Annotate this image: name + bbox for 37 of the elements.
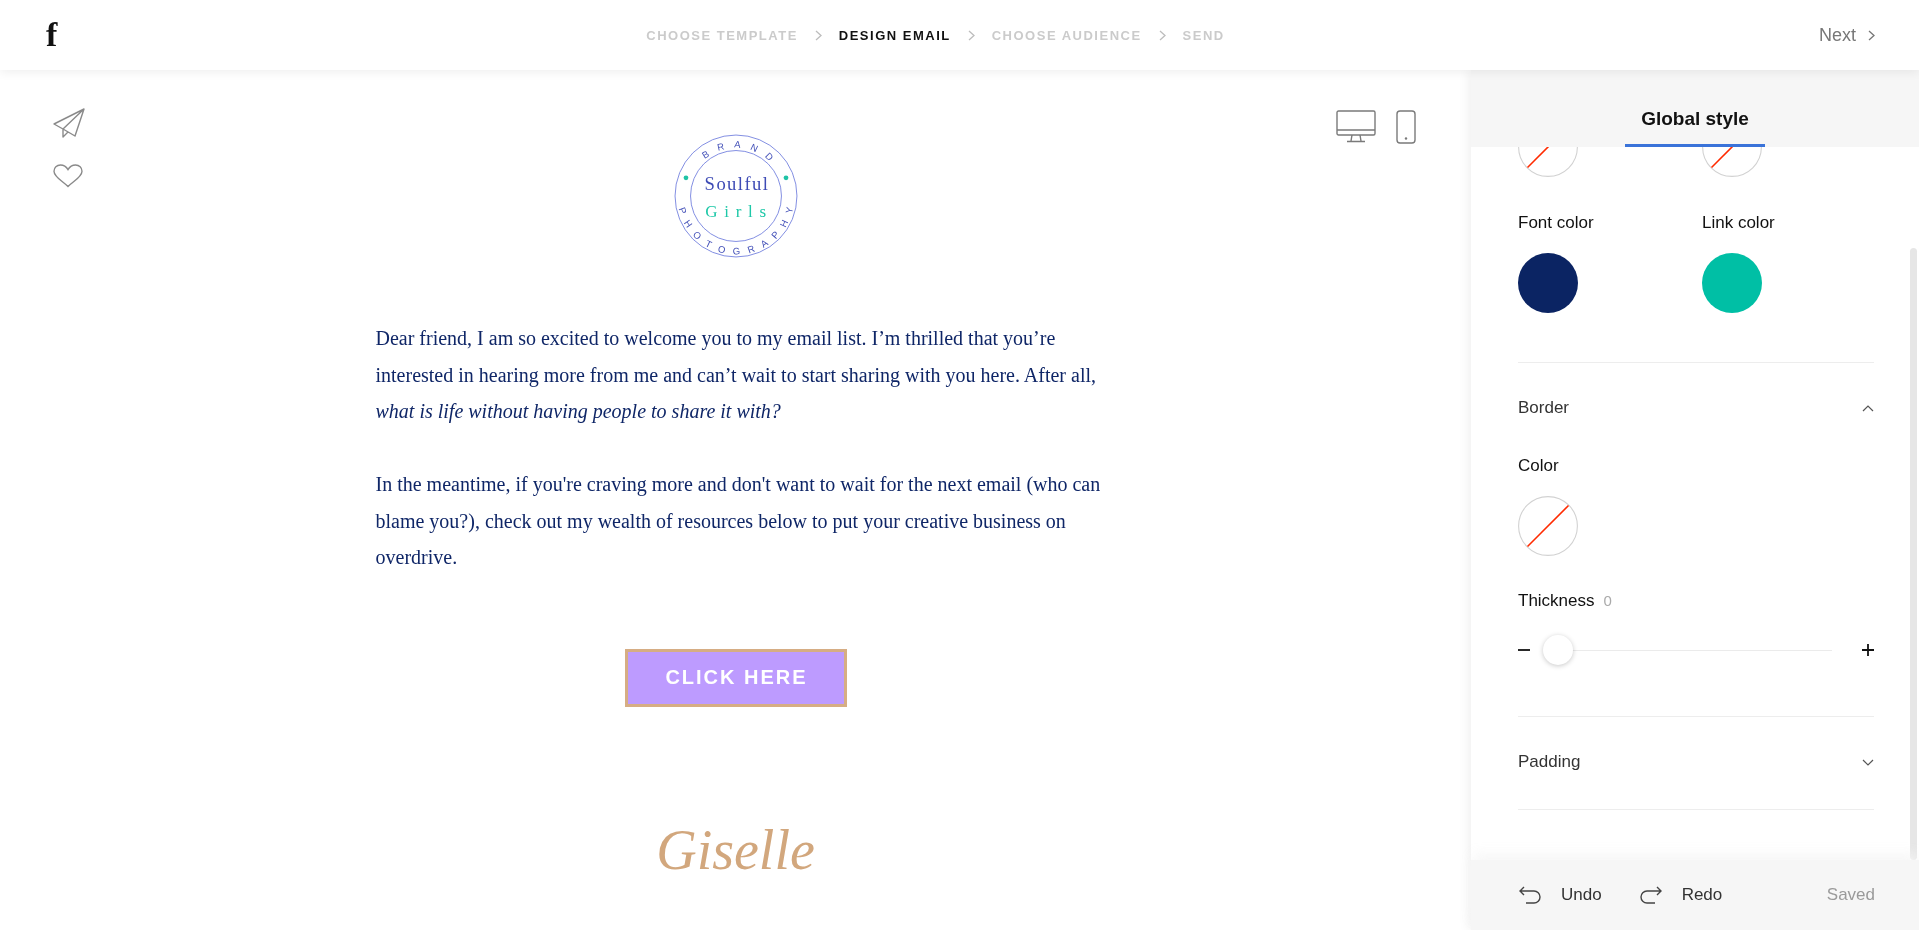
section-toggle[interactable]: Padding xyxy=(1518,717,1874,809)
wizard-step[interactable]: DESIGN EMAIL xyxy=(838,27,951,43)
scrollbar-thumb[interactable] xyxy=(1910,248,1917,860)
field-label: Font color xyxy=(1518,212,1595,234)
dot-icon xyxy=(783,175,788,181)
next-button[interactable]: Next xyxy=(1819,24,1875,46)
plus-icon[interactable] xyxy=(1862,644,1874,656)
value-reading: 0 xyxy=(1603,592,1612,609)
chevron-right-icon xyxy=(967,29,975,41)
dot-icon xyxy=(683,175,688,181)
chevron-right-icon xyxy=(1868,29,1875,41)
brand-logo[interactable]: f xyxy=(46,18,58,52)
save-status: Saved xyxy=(1826,885,1875,905)
field-label: Link color xyxy=(1702,212,1776,234)
paper-plane-icon[interactable] xyxy=(53,108,85,139)
body-paragraph: Dear friend, I am so excited to welcome you to my email list. I’m thrilled that you’re interested in hearing more from me and can’t wait to start sharing with you here. After all, what is life without having people to share it with? xyxy=(375,326,1098,425)
undo-icon xyxy=(1518,885,1542,905)
chevron-right-icon xyxy=(814,29,822,41)
field-label: Thickness xyxy=(1518,591,1595,610)
signature: Giselle xyxy=(656,817,815,883)
logo-title: Soulful xyxy=(704,172,769,194)
slider-thumb[interactable] xyxy=(1543,635,1573,665)
desktop-icon[interactable] xyxy=(1336,110,1376,143)
undo-button[interactable]: Undo xyxy=(1518,885,1602,905)
heart-icon[interactable] xyxy=(53,164,83,188)
no-color-swatch[interactable] xyxy=(1518,496,1578,556)
redo-icon xyxy=(1638,885,1663,905)
redo-button[interactable]: Redo xyxy=(1638,885,1723,905)
body-paragraph: In the meantime, if you're craving more and don't want to wait for the next email (who can blame you?), check out my wealth of resources below to put your creative business on overdrive. xyxy=(375,472,1102,570)
no-color-swatch[interactable] xyxy=(1702,147,1762,177)
color-swatch[interactable] xyxy=(1702,253,1762,313)
chevron-right-icon xyxy=(1158,29,1166,41)
field-label: Color xyxy=(1518,455,1560,477)
no-color-swatch[interactable] xyxy=(1518,147,1578,177)
section-toggle[interactable]: Border xyxy=(1518,363,1874,455)
phone-icon[interactable] xyxy=(1396,110,1416,144)
color-swatch[interactable] xyxy=(1518,253,1578,313)
